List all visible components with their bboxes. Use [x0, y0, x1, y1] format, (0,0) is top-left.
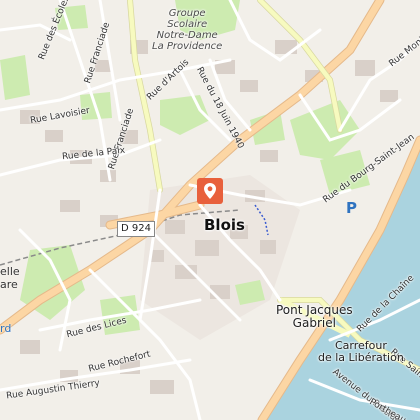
poi-school-label: Groupe Scolaire Notre-Dame La Providence [152, 8, 222, 52]
poi-school-line1: Groupe [168, 8, 206, 19]
poi-school-line4: La Providence [152, 41, 223, 52]
city-label: Blois [204, 216, 245, 234]
location-pin-icon[interactable] [195, 176, 225, 206]
map-view[interactable]: Groupe Scolaire Notre-Dame La Providence… [0, 0, 420, 420]
bridge-label: Pont Jacques Gabriel [276, 304, 353, 330]
parking-icon[interactable]: P [346, 199, 357, 217]
road-shield-d924: D 924 [117, 221, 155, 237]
edge-label-fragment-3: rd [0, 322, 12, 335]
poi-school-line3: Notre-Dame [156, 30, 218, 41]
bridge-label-line2: Gabriel [292, 316, 336, 330]
poi-school-line2: Scolaire [167, 19, 208, 30]
square-label: Carrefour de la Libération [318, 340, 404, 364]
square-label-line2: de la Libération [318, 351, 404, 364]
edge-label-fragment-1: elle [0, 265, 20, 278]
edge-label-fragment-2: are [0, 278, 18, 291]
